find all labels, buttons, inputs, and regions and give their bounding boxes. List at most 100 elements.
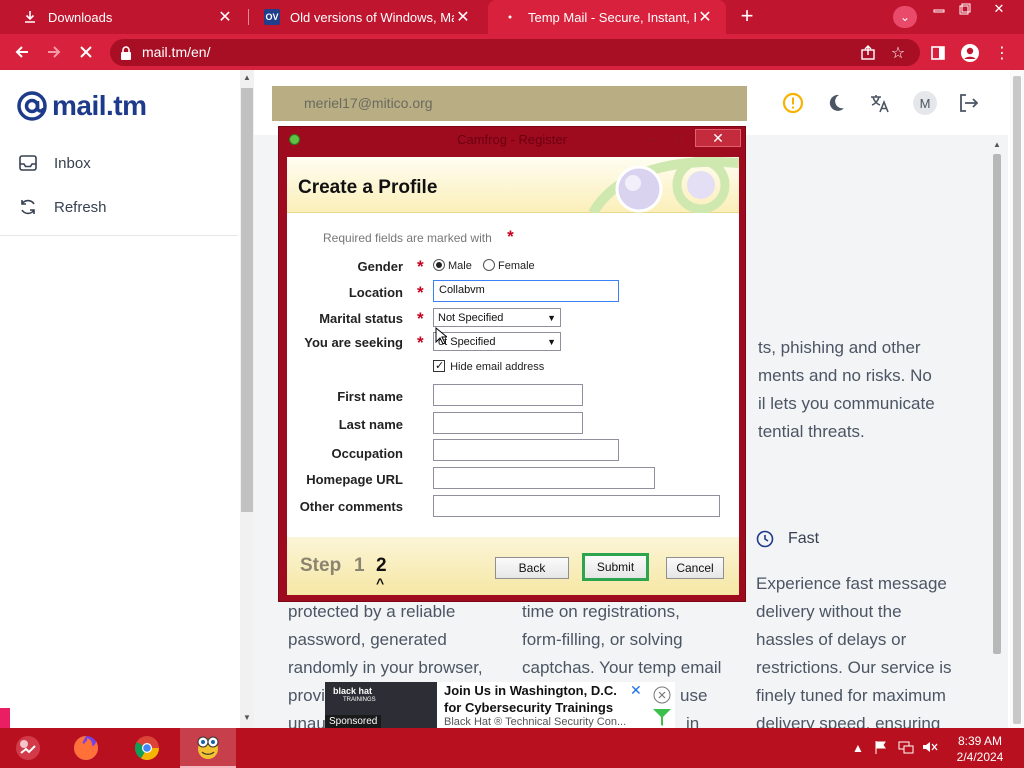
more-menu-icon[interactable]: ⋮ bbox=[990, 41, 1014, 65]
profile-icon[interactable] bbox=[958, 41, 982, 65]
scroll-down-arrow-icon[interactable]: ▼ bbox=[240, 713, 254, 725]
last-name-input[interactable] bbox=[433, 412, 583, 434]
volume-muted-icon[interactable] bbox=[922, 740, 938, 757]
back-arrow-icon[interactable] bbox=[8, 38, 36, 66]
submit-button[interactable]: Submit bbox=[582, 553, 649, 581]
feedback-tab[interactable] bbox=[0, 708, 10, 730]
scrollbar-thumb[interactable] bbox=[1013, 76, 1021, 724]
required-star: * bbox=[417, 333, 424, 352]
back-button[interactable]: Back bbox=[495, 557, 569, 579]
seeking-select[interactable]: ot Specified ▼ bbox=[433, 332, 561, 351]
dialog-body: Create a Profile Required fields are mar… bbox=[287, 157, 739, 595]
sponsored-ad[interactable]: black hat TRAININGS Sponsored Join Us in… bbox=[325, 682, 675, 728]
ad-title[interactable]: Join Us in Washington, D.C. for Cybersec… bbox=[444, 682, 644, 716]
dark-mode-moon-icon[interactable] bbox=[822, 89, 850, 117]
scrollbar-thumb[interactable] bbox=[993, 154, 1001, 654]
feature-text-line: protected by a reliable bbox=[288, 602, 456, 621]
dialog-minimize-icon[interactable]: ⎯ bbox=[651, 131, 657, 146]
tab-title: Downloads bbox=[48, 9, 113, 25]
seeking-label: You are seeking bbox=[304, 335, 403, 350]
feature-text-line: use bbox=[680, 686, 708, 705]
feature-text-line: password, generated bbox=[288, 630, 447, 649]
sidebar-item-label: Inbox bbox=[54, 154, 91, 172]
first-name-input[interactable] bbox=[433, 384, 583, 406]
at-sign-icon bbox=[17, 91, 47, 121]
dialog-maximize-icon[interactable]: □ bbox=[675, 131, 682, 145]
taskbar-clock[interactable]: 8:39 AM 2/4/2024 bbox=[950, 733, 1010, 765]
feature-text-line: hassles of delays or bbox=[756, 630, 907, 649]
ad-subtitle[interactable]: Black Hat ® Technical Security Con... bbox=[444, 716, 626, 728]
minimize-window-button[interactable] bbox=[926, 0, 952, 18]
required-note: Required fields are marked with * bbox=[323, 227, 514, 246]
gender-female-radio[interactable]: Female bbox=[483, 257, 535, 272]
tab-close-icon[interactable]: ✕ bbox=[454, 8, 472, 26]
radio-button[interactable] bbox=[483, 259, 495, 271]
body-text-line: il lets you communicate bbox=[758, 394, 935, 413]
dropdown-arrow-icon: ▼ bbox=[547, 336, 556, 347]
forward-arrow-icon[interactable] bbox=[40, 38, 68, 66]
content-scrollbar[interactable]: ▲ bbox=[990, 140, 1004, 656]
feature-text-line: restrictions. Our service is bbox=[756, 658, 952, 677]
cancel-button[interactable]: Cancel bbox=[666, 557, 724, 579]
account-avatar[interactable]: M bbox=[911, 89, 939, 117]
email-address[interactable]: meriel17@mitico.org bbox=[304, 95, 433, 111]
taskbar-firefox[interactable] bbox=[58, 728, 114, 768]
tab-old-versions[interactable]: OV Old versions of Windows, Mac ar ✕ bbox=[250, 0, 484, 34]
dropdown-arrow-icon: ▼ bbox=[547, 312, 556, 323]
sidebar-item-inbox[interactable]: Inbox bbox=[18, 153, 91, 173]
gender-male-radio[interactable]: Male bbox=[433, 257, 472, 272]
scroll-up-arrow-icon[interactable]: ▲ bbox=[240, 73, 254, 85]
ad-image[interactable]: black hat TRAININGS Sponsored bbox=[325, 682, 437, 728]
body-text-line: tential threats. bbox=[758, 422, 865, 441]
tab-close-icon[interactable]: ✕ bbox=[696, 8, 714, 26]
ad-close-icon[interactable]: ✕ bbox=[630, 682, 642, 699]
dialog-close-button[interactable]: ✕ bbox=[695, 129, 741, 147]
dialog-titlebar[interactable]: Camfrog - Register ⎯ □ ✕ bbox=[279, 127, 745, 151]
url-text[interactable]: mail.tm/en/ bbox=[142, 44, 210, 60]
taskbar-chrome[interactable] bbox=[119, 728, 175, 768]
tab-close-icon[interactable]: ✕ bbox=[216, 8, 234, 26]
bookmark-star-icon[interactable]: ☆ bbox=[886, 41, 910, 65]
tab-temp-mail[interactable]: Temp Mail - Secure, Instant, Fast ✕ bbox=[488, 0, 726, 34]
share-icon[interactable] bbox=[856, 41, 880, 65]
network-icon[interactable] bbox=[898, 740, 914, 757]
tab-downloads[interactable]: Downloads ✕ bbox=[8, 0, 246, 34]
checkbox[interactable] bbox=[433, 359, 445, 372]
show-hidden-icons-arrow[interactable]: ▲ bbox=[852, 741, 864, 755]
lock-icon[interactable] bbox=[120, 46, 132, 60]
radio-button[interactable] bbox=[433, 259, 445, 271]
sidebar-item-refresh[interactable]: Refresh bbox=[18, 197, 107, 217]
scroll-up-arrow-icon[interactable]: ▲ bbox=[990, 140, 1004, 152]
restore-window-button[interactable] bbox=[952, 0, 978, 18]
translate-icon[interactable] bbox=[866, 89, 894, 117]
action-center-flag-icon[interactable] bbox=[874, 740, 888, 757]
homepage-url-input[interactable] bbox=[433, 467, 655, 489]
feature-text-line: form-filling, or solving bbox=[522, 630, 683, 649]
clock-date: 2/4/2024 bbox=[956, 750, 1004, 764]
step-2-indicator: 2 bbox=[376, 555, 387, 576]
start-button[interactable] bbox=[0, 728, 56, 768]
occupation-input[interactable] bbox=[433, 439, 619, 461]
location-input[interactable]: Collabvm bbox=[433, 280, 619, 302]
site-logo[interactable]: mail.tm bbox=[16, 90, 147, 122]
close-window-button[interactable]: ✕ bbox=[986, 0, 1012, 18]
taskbar-camfrog[interactable] bbox=[180, 728, 236, 768]
page-scrollbar[interactable] bbox=[1010, 70, 1024, 728]
other-comments-input[interactable] bbox=[433, 495, 720, 517]
hide-email-checkbox[interactable]: Hide email address bbox=[433, 359, 544, 373]
stop-loading-icon[interactable] bbox=[72, 38, 100, 66]
new-tab-button[interactable]: + bbox=[734, 5, 760, 29]
scrollbar-thumb[interactable] bbox=[241, 88, 253, 512]
required-star: * bbox=[417, 283, 424, 302]
sidebar-scrollbar[interactable]: ▲ ▼ bbox=[240, 70, 254, 728]
mouse-cursor-icon bbox=[435, 327, 447, 345]
body-text-line: ments and no risks. No bbox=[758, 366, 932, 385]
address-bar[interactable] bbox=[110, 39, 920, 66]
warning-icon[interactable] bbox=[779, 89, 807, 117]
side-panel-icon[interactable] bbox=[926, 41, 950, 65]
tab-search-chevron-icon[interactable]: ⌄ bbox=[893, 6, 917, 28]
feature-text-line: delivery without the bbox=[756, 602, 902, 621]
logout-icon[interactable] bbox=[954, 89, 982, 117]
marital-status-select[interactable]: Not Specified ▼ bbox=[433, 308, 561, 327]
close-circle-icon[interactable] bbox=[653, 686, 671, 707]
